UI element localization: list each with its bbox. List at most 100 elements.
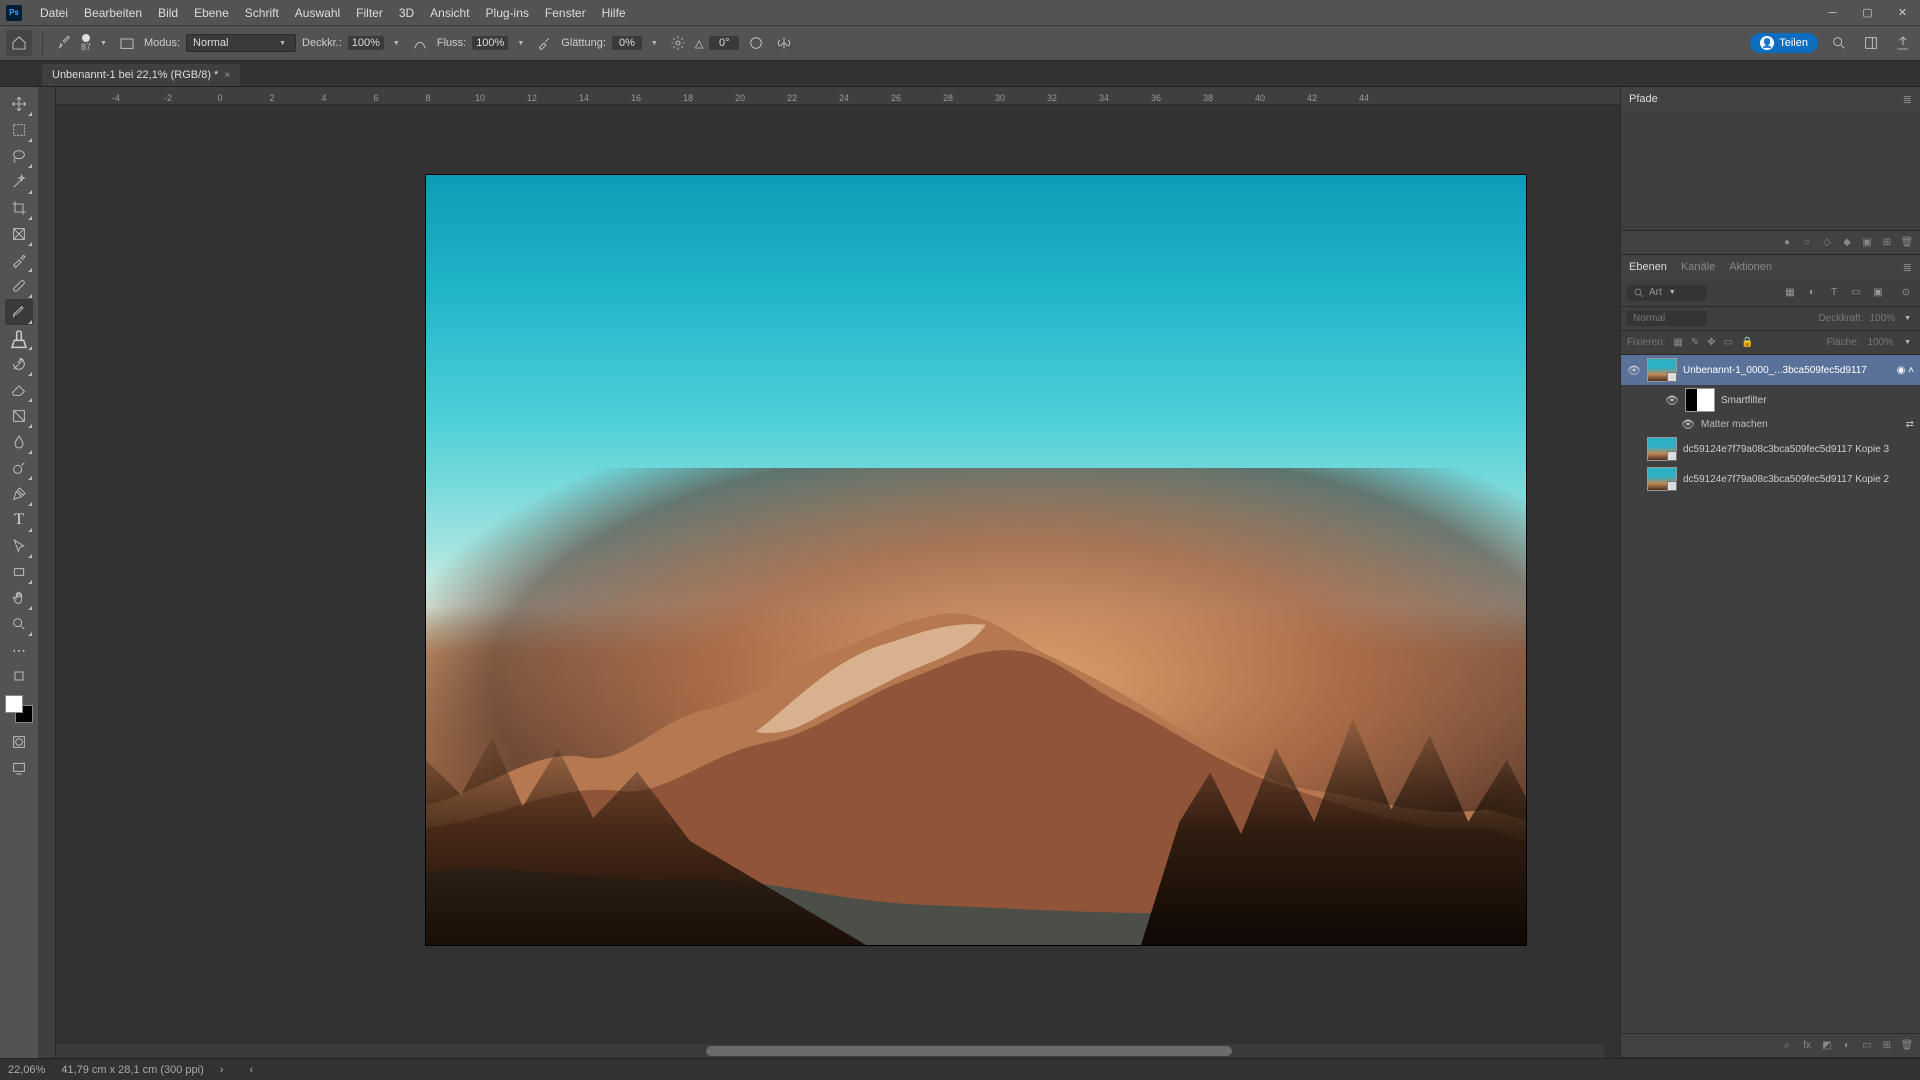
brush-size-preview[interactable]: 87: [81, 34, 91, 52]
zoom-level[interactable]: 22,06%: [8, 1064, 45, 1076]
workspace-button[interactable]: [1860, 32, 1882, 54]
lock-artboard-icon[interactable]: ▭: [1724, 337, 1733, 348]
airbrush-button[interactable]: [533, 32, 555, 54]
lock-position-icon[interactable]: ✥: [1707, 337, 1715, 348]
zoom-tool[interactable]: [5, 611, 33, 637]
hand-tool[interactable]: [5, 585, 33, 611]
screenmode-button[interactable]: [5, 755, 33, 781]
close-button[interactable]: ✕: [1885, 0, 1920, 25]
chevron-down-icon[interactable]: ▼: [1901, 315, 1914, 322]
smartfilter-row[interactable]: 👁 Smartfilter: [1621, 385, 1920, 415]
layer-row[interactable]: dc59124e7f79a08c3bca509fec5d9117 Kopie 3: [1621, 434, 1920, 464]
brush-tool[interactable]: [5, 299, 33, 325]
canvas-viewport[interactable]: [56, 105, 1620, 1058]
adjustment-icon[interactable]: ◐: [1840, 1039, 1854, 1053]
selection-to-path-icon[interactable]: ◆: [1840, 236, 1854, 250]
layer-row[interactable]: dc59124e7f79a08c3bca509fec5d9117 Kopie 2: [1621, 464, 1920, 494]
new-layer-icon[interactable]: ⊞: [1880, 1039, 1894, 1053]
menu-plugins[interactable]: Plug-ins: [478, 6, 537, 20]
smoothing-value[interactable]: 0%: [612, 36, 642, 50]
lock-all-icon[interactable]: 🔒: [1741, 337, 1753, 348]
menu-ansicht[interactable]: Ansicht: [422, 6, 477, 20]
layer-blend-select[interactable]: Normal: [1627, 311, 1707, 326]
tab-paths[interactable]: Pfade: [1629, 93, 1658, 105]
chevron-down-icon[interactable]: ▼: [390, 40, 403, 47]
lock-transparent-icon[interactable]: ▦: [1673, 337, 1682, 348]
blend-mode-select[interactable]: Normal ▼: [186, 34, 296, 52]
tab-channels[interactable]: Kanäle: [1681, 261, 1715, 273]
symmetry-button[interactable]: [773, 32, 795, 54]
home-button[interactable]: [6, 30, 32, 56]
more-tools[interactable]: ⋯: [5, 637, 33, 663]
layer-row[interactable]: 👁 Unbenannt-1_0000_...3bca509fec5d9117 ◉…: [1621, 355, 1920, 385]
brush-panel-button[interactable]: [116, 32, 138, 54]
filter-entry[interactable]: 👁 Matter machen ⇄: [1621, 415, 1920, 434]
tab-layers[interactable]: Ebenen: [1629, 261, 1667, 273]
tool-preset-dropdown[interactable]: [53, 32, 75, 54]
gradient-tool[interactable]: [5, 403, 33, 429]
lock-pixels-icon[interactable]: ✎: [1691, 337, 1699, 348]
stroke-path-icon[interactable]: ○: [1800, 236, 1814, 250]
fill-value[interactable]: 100%: [1867, 337, 1893, 348]
layer-thumbnail[interactable]: [1647, 437, 1677, 461]
move-tool[interactable]: [5, 91, 33, 117]
chevron-down-icon[interactable]: ▼: [648, 40, 661, 47]
search-button[interactable]: [1828, 32, 1850, 54]
layer-search[interactable]: Art ▼: [1627, 285, 1707, 301]
edit-toolbar-button[interactable]: [5, 663, 33, 689]
horizontal-scrollbar[interactable]: [56, 1044, 1604, 1058]
menu-filter[interactable]: Filter: [348, 6, 391, 20]
filter-shape-icon[interactable]: ▭: [1848, 285, 1864, 301]
pen-tool[interactable]: [5, 481, 33, 507]
tab-actions[interactable]: Aktionen: [1729, 261, 1772, 273]
visibility-toggle[interactable]: 👁: [1627, 364, 1641, 377]
layer-opacity-value[interactable]: 100%: [1869, 313, 1895, 324]
smoothing-options-button[interactable]: [667, 32, 689, 54]
group-icon[interactable]: ▭: [1860, 1039, 1874, 1053]
type-tool[interactable]: T: [5, 507, 33, 533]
fx-icon[interactable]: fx: [1800, 1039, 1814, 1053]
path-to-selection-icon[interactable]: ◇: [1820, 236, 1834, 250]
smart-filter-toggle-icon[interactable]: ◉ ˄: [1897, 365, 1914, 376]
chevron-down-icon[interactable]: ▼: [514, 40, 527, 47]
status-caret-left-icon[interactable]: ‹: [249, 1064, 253, 1076]
opacity-value[interactable]: 100%: [348, 36, 384, 50]
add-mask-icon[interactable]: ▣: [1860, 236, 1874, 250]
filter-toggle-icon[interactable]: ⊙: [1898, 285, 1914, 301]
filter-mask-thumbnail[interactable]: [1685, 388, 1715, 412]
menu-3d[interactable]: 3D: [391, 6, 422, 20]
layer-thumbnail[interactable]: [1647, 467, 1677, 491]
filter-options-icon[interactable]: ⇄: [1906, 419, 1914, 430]
menu-datei[interactable]: Datei: [32, 6, 76, 20]
share-button[interactable]: 👤 Teilen: [1750, 33, 1818, 53]
close-tab-icon[interactable]: ×: [224, 70, 230, 81]
history-brush-tool[interactable]: [5, 351, 33, 377]
panel-menu-icon[interactable]: ≣: [1903, 261, 1912, 274]
chevron-down-icon[interactable]: ▼: [1901, 339, 1914, 346]
healing-tool[interactable]: [5, 273, 33, 299]
pressure-opacity-button[interactable]: [409, 32, 431, 54]
path-select-tool[interactable]: [5, 533, 33, 559]
filter-adjustment-icon[interactable]: ◐: [1804, 285, 1820, 301]
panel-menu-icon[interactable]: ≣: [1903, 93, 1912, 106]
menu-schrift[interactable]: Schrift: [237, 6, 287, 20]
menu-auswahl[interactable]: Auswahl: [287, 6, 348, 20]
wand-tool[interactable]: [5, 169, 33, 195]
document-tab[interactable]: Unbenannt-1 bei 22,1% (RGB/8) * ×: [42, 64, 240, 86]
lasso-tool[interactable]: [5, 143, 33, 169]
chevron-down-icon[interactable]: ▼: [97, 40, 110, 47]
eraser-tool[interactable]: [5, 377, 33, 403]
marquee-tool[interactable]: [5, 117, 33, 143]
visibility-toggle[interactable]: 👁: [1665, 394, 1679, 407]
menu-hilfe[interactable]: Hilfe: [594, 6, 634, 20]
minimize-button[interactable]: ─: [1815, 0, 1850, 25]
blur-tool[interactable]: [5, 429, 33, 455]
frame-tool[interactable]: [5, 221, 33, 247]
crop-tool[interactable]: [5, 195, 33, 221]
delete-path-icon[interactable]: 🗑: [1900, 236, 1914, 250]
export-button[interactable]: [1892, 32, 1914, 54]
filter-smart-icon[interactable]: ▣: [1870, 285, 1886, 301]
stamp-tool[interactable]: [5, 325, 33, 351]
foreground-color[interactable]: [5, 695, 23, 713]
filter-image-icon[interactable]: ▦: [1782, 285, 1798, 301]
